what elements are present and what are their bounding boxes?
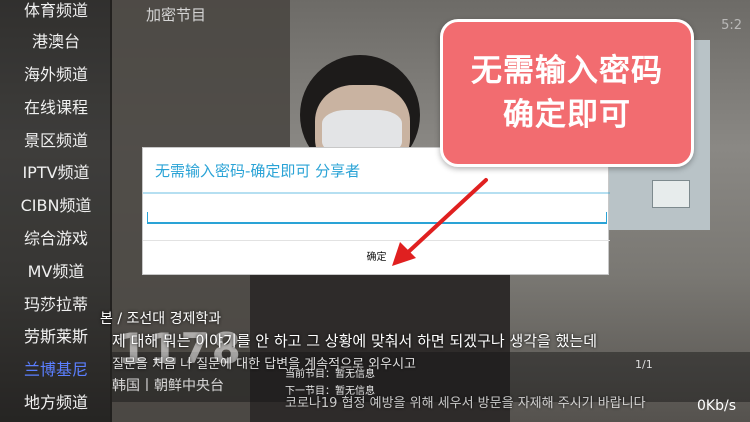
channel-group-item[interactable]: 劳斯莱斯: [0, 320, 112, 353]
channel-group-list: 体育频道 港澳台 海外频道 在线课程 景区频道 IPTV频道 CIBN频道 综合…: [0, 0, 112, 422]
subtitle-line: 제 대해 뭐는 이야기를 안 하고 그 상황에 맞춰서 하면 되겠구나 생각을 …: [112, 332, 598, 350]
annotation-arrow-icon: [392, 178, 488, 266]
channel-group-item[interactable]: 综合游戏: [0, 222, 112, 255]
confirm-button[interactable]: 确定: [143, 241, 610, 275]
clock: 5:2: [721, 18, 742, 33]
channel-group-item[interactable]: CIBN频道: [0, 189, 112, 222]
callout-text: 确定即可: [503, 97, 631, 133]
channel-group-item[interactable]: MV频道: [0, 255, 112, 288]
channel-group-item-active[interactable]: 兰博基尼: [0, 353, 112, 386]
subtitle-line: 코로나19 협정 예방을 위해 세우서 방문을 자제해 주시기 바랍니다: [285, 396, 646, 411]
channel-group-item[interactable]: 玛莎拉蒂: [0, 288, 112, 321]
channel-group-item[interactable]: 在线课程: [0, 91, 112, 124]
channel-name: 韩国丨朝鲜中央台: [112, 378, 224, 394]
password-input[interactable]: [147, 212, 607, 224]
program-list-title: 加密节目: [146, 6, 207, 24]
channel-group-item[interactable]: IPTV频道: [0, 156, 112, 189]
current-program: 当前节目：暂无信息: [285, 369, 375, 380]
channel-group-item[interactable]: 景区频道: [0, 124, 112, 157]
callout-text: 无需输入密码: [471, 53, 663, 89]
channel-group-item[interactable]: 港澳台: [0, 25, 112, 58]
channel-group-item[interactable]: 体育频道: [0, 0, 112, 27]
dialog-divider: [143, 192, 610, 194]
channel-group-item[interactable]: 地方频道: [0, 386, 112, 419]
dialog-title: 无需输入密码-确定即可 分享者: [155, 162, 361, 180]
page-indicator: 1/1: [635, 358, 653, 371]
annotation-callout: 无需输入密码 确定即可: [440, 19, 694, 167]
network-speed: 0Kb/s: [697, 398, 736, 414]
channel-group-item[interactable]: 海外频道: [0, 58, 112, 91]
